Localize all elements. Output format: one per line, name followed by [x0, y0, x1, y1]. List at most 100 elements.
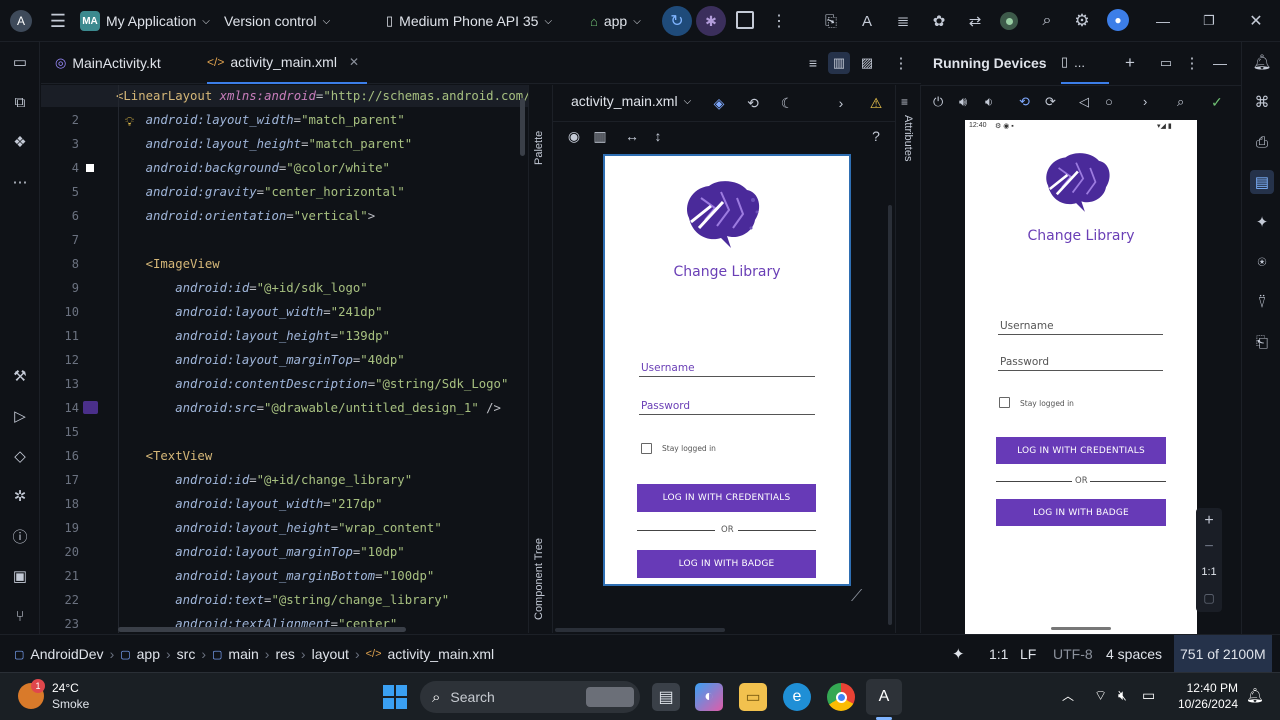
password-field[interactable]: Password [998, 356, 1163, 371]
file-dropdown[interactable]: activity_main.xml ⌵ [571, 93, 691, 109]
emulator-icon[interactable]: ⍢ [1250, 290, 1274, 314]
gesture-bar[interactable] [1051, 627, 1111, 630]
login-credentials-button[interactable]: LOG IN WITH CREDENTIALS [637, 484, 816, 512]
volume-icon[interactable]: 🔇︎ [1118, 687, 1127, 704]
code-editor[interactable]: <LinearLayout xmlns:android = "http://sche… [114, 85, 528, 633]
rotate-left-icon[interactable]: ⟲ [1019, 94, 1030, 110]
power-icon[interactable]: ⏻ [933, 94, 943, 110]
drawable-preview-icon[interactable] [83, 401, 98, 414]
device-tab[interactable]: ▯ ... [1061, 42, 1109, 84]
vertical-resize-icon[interactable]: ↕ [649, 127, 667, 145]
breadcrumb-item[interactable]: AndroidDev [30, 646, 103, 662]
stay-logged-in-checkbox[interactable] [641, 443, 652, 454]
task-view-icon[interactable]: ▤ [652, 683, 680, 711]
android-studio-logo-icon[interactable]: A [10, 10, 32, 32]
zoom-fit-icon[interactable]: ▢ [1201, 590, 1217, 606]
avatar[interactable]: ● [1107, 9, 1129, 31]
breadcrumb-item[interactable]: activity_main.xml [388, 646, 495, 662]
more-icon[interactable]: ⋮ [1185, 52, 1200, 74]
resize-handle-icon[interactable]: ⟋ [851, 588, 871, 608]
copilot-icon[interactable]: ◐ [695, 683, 723, 711]
design-hscrollbar[interactable] [555, 628, 725, 632]
weather-desc[interactable]: Smoke [52, 697, 89, 711]
git-icon[interactable]: ⑂ [8, 604, 32, 628]
chevron-up-icon[interactable]: ︿ [1062, 687, 1074, 704]
help-icon[interactable]: ? [867, 127, 885, 145]
back-icon[interactable]: ◁ [1079, 94, 1089, 110]
debug-icon[interactable]: ✱ [696, 6, 726, 36]
volume-up-icon[interactable]: 🔊︎ [959, 94, 967, 110]
device-manager-icon[interactable]: ⎘ [820, 10, 842, 32]
home-icon[interactable]: ○ [1105, 94, 1113, 109]
minimize-icon[interactable]: — [1152, 10, 1174, 32]
gradle-icon[interactable]: ⌘ [1250, 90, 1274, 114]
memory-indicator[interactable]: 751 of 2100M [1174, 635, 1272, 673]
split-view-icon[interactable]: ▥ [828, 52, 850, 74]
wifi-icon[interactable]: ⌔ [1094, 687, 1107, 705]
login-badge-button[interactable]: LOG IN WITH BADGE [637, 550, 816, 578]
lightbulb-icon[interactable]: 💡︎ [125, 114, 134, 130]
breadcrumb-item[interactable]: app [137, 646, 160, 662]
chevron-right-icon[interactable]: › [833, 93, 849, 113]
design-surface-icon[interactable]: ◈ [709, 93, 729, 113]
breadcrumb-item[interactable]: layout [312, 646, 349, 662]
ai-sparkle-icon[interactable]: ✦ [952, 635, 965, 673]
code-view-icon[interactable]: ≡ [804, 54, 822, 72]
blueprint-icon[interactable]: ▥ [591, 127, 609, 145]
add-device-icon[interactable]: + [1121, 52, 1139, 74]
close-icon[interactable]: ✕ [1245, 10, 1267, 32]
gemini-icon[interactable]: ✦ [1250, 210, 1274, 234]
login-credentials-button[interactable]: LOG IN WITH CREDENTIALS [996, 437, 1166, 464]
gear-icon[interactable]: ⚙ [1071, 10, 1093, 32]
attributes-label[interactable]: Attributes [902, 115, 914, 195]
breadcrumb-item[interactable]: main [228, 646, 258, 662]
resource-manager-icon[interactable]: ❖ [8, 130, 32, 154]
restore-icon[interactable]: ❐ [1198, 10, 1220, 32]
color-swatch-icon[interactable] [86, 164, 94, 172]
breadcrumb-item[interactable]: res [275, 646, 294, 662]
run-config-selector[interactable]: ⌂ app ⌵ [590, 0, 641, 42]
more-tools-icon[interactable]: ⋯ [8, 170, 32, 194]
build-icon[interactable]: ⚒ [8, 364, 32, 388]
warning-icon[interactable]: ⚠ [867, 93, 885, 113]
login-badge-button[interactable]: LOG IN WITH BADGE [996, 499, 1166, 526]
minimize-icon[interactable]: — [1211, 52, 1229, 74]
edge-icon[interactable]: e [783, 683, 811, 711]
device-explorer-icon[interactable]: ⎙ [1250, 130, 1274, 154]
project-widget[interactable]: MA My Application ⌵ [80, 0, 210, 42]
close-icon[interactable]: ✕ [349, 55, 359, 69]
tab-activity-main[interactable]: </> activity_main.xml ✕ [207, 42, 367, 84]
android-icon[interactable]: ⍟ [1250, 250, 1274, 274]
battery-icon[interactable]: ▭ [1142, 687, 1155, 704]
chevron-right-icon[interactable]: › [1143, 94, 1147, 109]
editor-hscrollbar[interactable] [118, 627, 406, 632]
username-field[interactable]: Username [998, 320, 1163, 335]
profiler-icon[interactable]: ≣ [892, 10, 914, 32]
folder-icon[interactable]: ▭ [8, 50, 32, 74]
line-separator[interactable]: LF [1020, 635, 1036, 673]
zoom-actual-size[interactable]: 1:1 [1198, 566, 1220, 578]
problems-icon[interactable]: ⓘ [8, 524, 32, 548]
more-actions-icon[interactable]: ⋮ [771, 10, 787, 32]
screenshot-icon[interactable]: ⌕ [1177, 94, 1184, 110]
weather-temp[interactable]: 24°C [52, 681, 79, 695]
apply-changes-icon[interactable]: ↻ [662, 6, 692, 36]
structure-icon[interactable]: ⧉ [8, 90, 32, 114]
caret-position[interactable]: 1:1 [989, 635, 1008, 673]
design-scrollbar[interactable] [888, 205, 892, 625]
editor-scrollbar[interactable] [520, 98, 525, 156]
zoom-out-icon[interactable]: − [1200, 538, 1218, 556]
file-encoding[interactable]: UTF-8 [1053, 635, 1093, 673]
component-tree-label[interactable]: Component Tree [533, 505, 545, 620]
sync-gradle-icon[interactable]: ⇄ [964, 10, 986, 32]
tab-mainactivity[interactable]: ◎ MainActivity.kt [55, 42, 195, 84]
clock-time[interactable]: 12:40 PM [1170, 681, 1238, 695]
notification-bell-icon[interactable]: 🔔︎ [1246, 687, 1264, 704]
chrome-icon[interactable] [827, 683, 855, 711]
stay-logged-in-checkbox[interactable] [999, 397, 1010, 408]
sdk-manager-icon[interactable]: ✿ [928, 10, 950, 32]
night-mode-icon[interactable]: ☾ [777, 93, 797, 113]
clock-date[interactable]: 10/26/2024 [1170, 697, 1238, 711]
username-field[interactable]: Username [639, 362, 815, 377]
plugin-status-icon[interactable] [1000, 12, 1018, 30]
